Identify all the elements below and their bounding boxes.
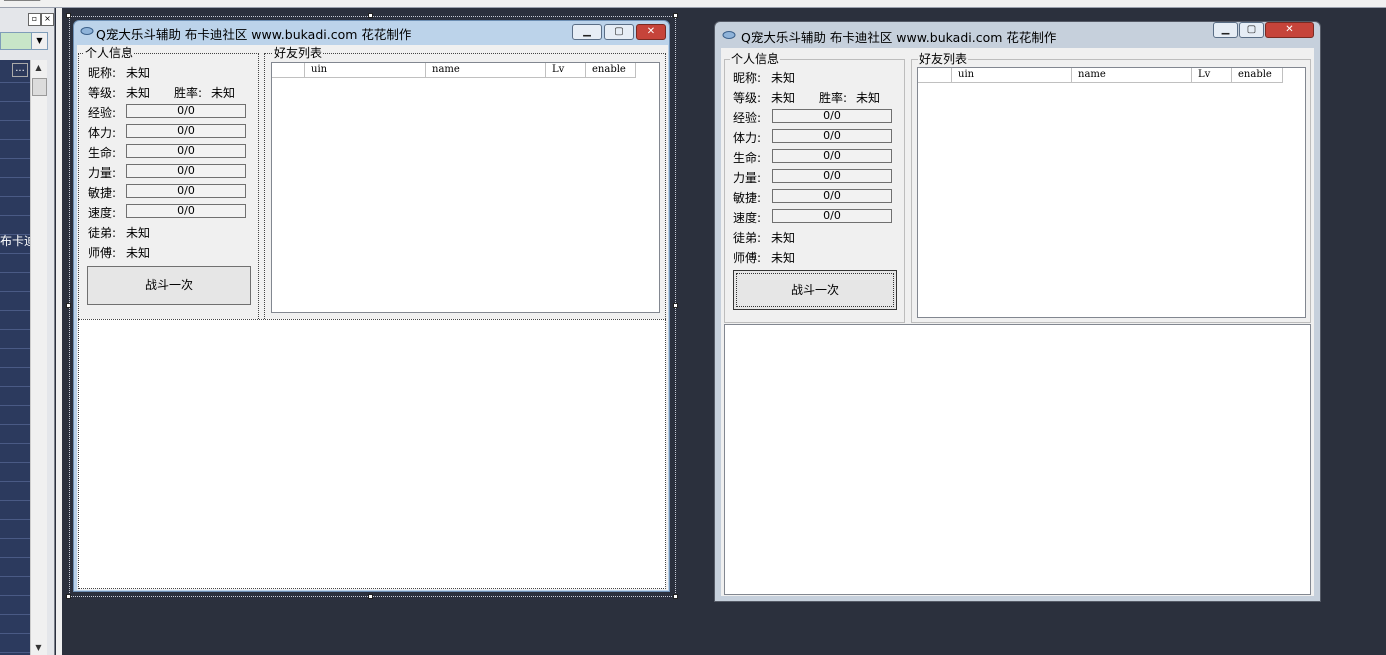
minimize-button[interactable]: ▁ xyxy=(1213,22,1238,38)
property-row-divider xyxy=(0,120,30,121)
log-textarea[interactable] xyxy=(724,324,1311,595)
property-row-divider xyxy=(0,538,30,539)
property-row-divider xyxy=(0,405,30,406)
speed-label: 速度: xyxy=(733,211,762,225)
hp-bar: 0/0 xyxy=(772,149,892,163)
property-row-divider xyxy=(0,386,30,387)
property-list[interactable] xyxy=(0,60,30,655)
resize-handle-n[interactable] xyxy=(368,13,373,18)
preview-window: Q宠大乐斗辅助 布卡迪社区 www.bukadi.com 花花制作 ▁ ▢ ✕ … xyxy=(714,21,1321,602)
chevron-down-icon[interactable]: ▼ xyxy=(31,33,47,49)
property-row-divider xyxy=(0,652,30,653)
property-row-divider xyxy=(0,614,30,615)
level-label: 等级: xyxy=(733,91,762,105)
property-row-divider xyxy=(0,633,30,634)
property-row-divider xyxy=(0,595,30,596)
object-combo[interactable]: ▼ xyxy=(0,32,48,50)
resize-handle-nw[interactable] xyxy=(66,13,71,18)
winrate-value: 未知 xyxy=(856,91,881,105)
resize-handle-ne[interactable] xyxy=(673,13,678,18)
hp-label: 生命: xyxy=(733,151,762,165)
scroll-down-icon[interactable]: ▼ xyxy=(31,640,46,655)
winrate-label: 胜率: xyxy=(819,91,848,105)
stamina-label: 体力: xyxy=(733,131,762,145)
resize-handle-w[interactable] xyxy=(66,303,71,308)
window-client: 个人信息 昵称: 未知 等级: 未知 胜率: 未知 经验: 0/0 体力: 0/… xyxy=(721,48,1314,596)
resize-handle-e[interactable] xyxy=(673,303,678,308)
property-row-divider xyxy=(0,329,30,330)
level-value: 未知 xyxy=(771,91,796,105)
fight-once-button[interactable]: 战斗一次 xyxy=(733,270,897,310)
property-row-divider xyxy=(0,348,30,349)
resize-handle-se[interactable] xyxy=(673,594,678,599)
property-row-divider xyxy=(0,367,30,368)
property-row-divider xyxy=(0,519,30,520)
column-header-enable[interactable]: enable xyxy=(1232,68,1283,83)
menu-item-partial[interactable]: ───── xyxy=(4,0,40,7)
property-row-divider xyxy=(0,196,30,197)
agility-label: 敏捷: xyxy=(733,191,762,205)
property-row-divider xyxy=(0,557,30,558)
pin-icon[interactable]: ▫ xyxy=(28,13,41,26)
property-row-divider xyxy=(0,177,30,178)
workspace-divider xyxy=(0,7,1386,8)
property-row-divider xyxy=(0,253,30,254)
strength-bar: 0/0 xyxy=(772,169,892,183)
property-row-divider xyxy=(0,139,30,140)
master-value: 未知 xyxy=(771,251,796,265)
property-row-divider xyxy=(0,158,30,159)
property-row-divider xyxy=(0,462,30,463)
friends-label: 好友列表 xyxy=(918,52,969,66)
column-header-name[interactable]: name xyxy=(1072,68,1192,83)
master-label: 师傅: xyxy=(733,251,762,265)
property-row-divider xyxy=(0,424,30,425)
column-header-blank[interactable] xyxy=(918,68,952,83)
window-title: Q宠大乐斗辅助 布卡迪社区 www.bukadi.com 花花制作 xyxy=(741,30,1057,45)
column-header-uin[interactable]: uin xyxy=(952,68,1072,83)
property-row-divider xyxy=(0,481,30,482)
property-scrollbar[interactable]: ▲ ▼ xyxy=(30,60,47,655)
nickname-label: 昵称: xyxy=(733,71,762,85)
property-row-divider xyxy=(0,310,30,311)
property-value-text: 布卡迪社 xyxy=(0,234,30,248)
close-button[interactable]: ✕ xyxy=(1265,22,1314,38)
top-menu-bar: ───── xyxy=(0,0,1386,7)
stamina-bar: 0/0 xyxy=(772,129,892,143)
ellipsis-button[interactable]: ... xyxy=(12,63,28,77)
personal-info-label: 个人信息 xyxy=(730,52,781,66)
speed-bar: 0/0 xyxy=(772,209,892,223)
selection-frame xyxy=(69,16,676,597)
exp-label: 经验: xyxy=(733,111,762,125)
property-row-divider xyxy=(0,101,30,102)
dock-header: ▫ × xyxy=(0,10,55,28)
nickname-value: 未知 xyxy=(771,71,796,85)
scroll-thumb[interactable] xyxy=(32,78,47,96)
scroll-up-icon[interactable]: ▲ xyxy=(31,60,46,75)
disciple-value: 未知 xyxy=(771,231,796,245)
column-header-lv[interactable]: Lv xyxy=(1192,68,1232,83)
maximize-button[interactable]: ▢ xyxy=(1239,22,1264,38)
disciple-label: 徒弟: xyxy=(733,231,762,245)
strength-label: 力量: xyxy=(733,171,762,185)
resize-handle-s[interactable] xyxy=(368,594,373,599)
app-icon xyxy=(722,31,736,39)
agility-bar: 0/0 xyxy=(772,189,892,203)
property-row-divider xyxy=(0,272,30,273)
property-row-divider xyxy=(0,82,30,83)
property-row-divider xyxy=(0,291,30,292)
property-row-divider xyxy=(0,215,30,216)
friends-list[interactable]: uin name Lv enable xyxy=(917,67,1306,318)
exp-bar: 0/0 xyxy=(772,109,892,123)
panel-gutter xyxy=(56,8,62,655)
left-dock-panel: ▫ × ▼ ... 布卡迪社 ▲ ▼ xyxy=(0,8,55,655)
property-row-divider xyxy=(0,500,30,501)
property-row-divider xyxy=(0,443,30,444)
close-icon[interactable]: × xyxy=(41,13,54,26)
property-row-divider xyxy=(0,576,30,577)
title-bar[interactable]: Q宠大乐斗辅助 布卡迪社区 www.bukadi.com 花花制作 ▁ ▢ ✕ xyxy=(715,22,1320,45)
resize-handle-sw[interactable] xyxy=(66,594,71,599)
